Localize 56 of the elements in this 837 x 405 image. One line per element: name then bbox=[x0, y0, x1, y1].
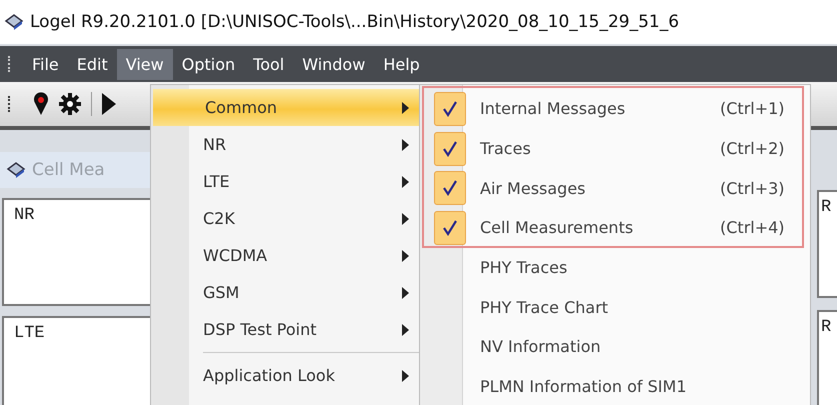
panel-title: Cell Mea bbox=[32, 160, 105, 180]
submenu-arrow-icon bbox=[402, 286, 409, 298]
menu-entry[interactable]: GSM bbox=[151, 274, 419, 311]
menu-entry[interactable]: NV Information bbox=[420, 327, 810, 367]
submenu-arrow-icon bbox=[402, 212, 409, 224]
menu-entry[interactable]: Common bbox=[153, 89, 419, 126]
menu-entry[interactable]: PHY Trace Chart bbox=[420, 287, 810, 328]
menu-entry[interactable]: DSP Test Point bbox=[151, 311, 419, 348]
section-label: NR bbox=[14, 206, 34, 225]
grip-icon bbox=[8, 96, 13, 112]
entry-label: Air Messages bbox=[480, 178, 587, 198]
section-label: R bbox=[821, 318, 832, 337]
menu-entry[interactable]: PLMN Information of SIM1 bbox=[420, 366, 810, 405]
window-title: Logel R9.20.2101.0 [D:\UNISOC-Tools\...Bin\History\2020_08_10_15_29_51_6 bbox=[30, 12, 680, 32]
submenu-arrow-icon bbox=[402, 250, 409, 262]
menu-item[interactable]: Edit bbox=[68, 48, 117, 80]
entry-label: PHY Traces bbox=[480, 258, 568, 278]
section-label: R bbox=[821, 198, 832, 217]
entry-label: PLMN Information of SIM1 bbox=[480, 377, 688, 396]
app-icon bbox=[4, 12, 24, 32]
submenu-arrow-icon bbox=[402, 102, 409, 114]
entry-label: Cell Measurements bbox=[480, 218, 634, 238]
entry-label: PHY Trace Chart bbox=[480, 298, 610, 317]
gear-icon[interactable] bbox=[59, 93, 81, 115]
entry-label: NV Information bbox=[480, 337, 602, 356]
menu-item[interactable]: Option bbox=[172, 48, 244, 80]
menu-entry[interactable]: Application Look bbox=[151, 357, 419, 394]
menu-entry[interactable]: Traces (Ctrl+2) bbox=[420, 128, 810, 168]
submenu-arrow-icon bbox=[402, 176, 409, 188]
menu-item[interactable]: File bbox=[23, 48, 68, 80]
submenu-arrow-icon bbox=[402, 138, 409, 150]
entry-label: Internal Messages bbox=[480, 99, 626, 118]
menu-entry[interactable]: PHY Traces bbox=[420, 248, 810, 288]
menu-item[interactable]: View bbox=[116, 48, 173, 80]
shortcut-label: (Ctrl+2) bbox=[720, 139, 786, 158]
menu-item[interactable]: Tool bbox=[244, 48, 294, 80]
shortcut-label: (Ctrl+4) bbox=[720, 218, 786, 238]
shortcut-label: (Ctrl+3) bbox=[720, 178, 786, 198]
play-icon[interactable] bbox=[102, 93, 116, 115]
section-label: LTE bbox=[14, 324, 45, 343]
submenu-arrow-icon bbox=[402, 370, 409, 382]
menu-entry[interactable]: Air Messages (Ctrl+3) bbox=[420, 168, 810, 208]
menu-entry[interactable]: Internal Messages (Ctrl+1) bbox=[420, 89, 810, 129]
menu-entry[interactable]: WCDMA bbox=[151, 237, 419, 274]
menu-entry[interactable]: C2K bbox=[151, 200, 419, 237]
menu-item[interactable]: Help bbox=[374, 48, 429, 80]
shortcut-label: (Ctrl+1) bbox=[720, 99, 786, 118]
menu-entry[interactable]: NR bbox=[151, 126, 419, 163]
menu-item[interactable]: Window bbox=[293, 48, 374, 80]
menu-entry[interactable]: Cell Measurements (Ctrl+4) bbox=[420, 208, 810, 248]
entry-label: Traces bbox=[480, 139, 532, 158]
submenu-arrow-icon bbox=[402, 324, 409, 336]
app-icon bbox=[6, 160, 26, 180]
menu-entry[interactable]: LTE bbox=[151, 163, 419, 200]
pin-icon[interactable] bbox=[33, 92, 49, 116]
grip-icon bbox=[8, 56, 13, 72]
